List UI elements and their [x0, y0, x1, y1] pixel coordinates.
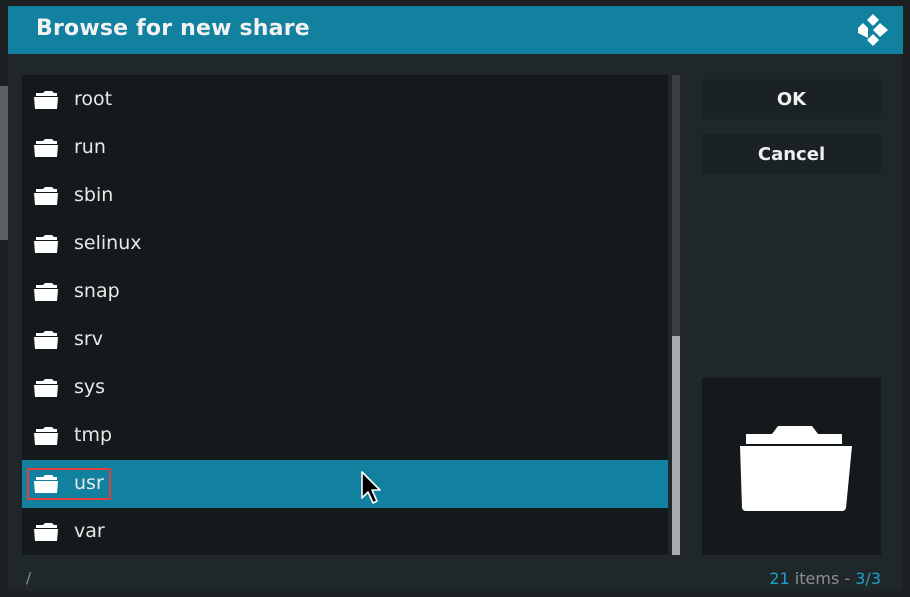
item-count-number: 21 [769, 569, 790, 588]
browse-dialog: Browse for new share root run sbin selinux s… [8, 6, 903, 591]
file-list[interactable]: root run sbin selinux snap srv sys tmp usr var [22, 75, 668, 555]
kodi-logo-icon [858, 14, 888, 46]
item-count: 21 items - 3/3 [769, 569, 881, 588]
dialog-titlebar: Browse for new share [8, 6, 903, 54]
list-item-label: root [74, 88, 113, 110]
page-indicator: 3/3 [855, 569, 881, 588]
ok-button[interactable]: OK [702, 79, 881, 119]
item-count-separator: - [844, 569, 851, 588]
folder-open-icon [740, 426, 852, 511]
list-item[interactable]: sys [22, 364, 668, 412]
list-item-label: snap [74, 280, 120, 302]
list-item[interactable]: usr [22, 460, 668, 508]
list-item[interactable]: tmp [22, 412, 668, 460]
item-count-label: items [794, 569, 840, 588]
list-item-label: selinux [74, 232, 142, 254]
scrollbar-thumb[interactable] [672, 336, 680, 555]
folder-icon [34, 283, 58, 301]
dialog-title: Browse for new share [36, 16, 310, 41]
background-panel-edge [0, 86, 8, 240]
list-item-label: run [74, 136, 106, 158]
list-item-label: sys [74, 376, 106, 398]
list-item[interactable]: var [22, 508, 668, 556]
current-path: / [26, 569, 32, 587]
folder-icon [34, 331, 58, 349]
preview-thumbnail [702, 378, 881, 555]
cancel-button[interactable]: Cancel [702, 134, 881, 174]
folder-icon [34, 91, 58, 109]
list-item-label: srv [74, 328, 103, 350]
list-item[interactable]: root [22, 76, 668, 124]
list-item[interactable]: run [22, 124, 668, 172]
folder-icon [34, 379, 58, 397]
list-item[interactable]: srv [22, 316, 668, 364]
folder-icon [34, 187, 58, 205]
list-item-label: tmp [74, 424, 113, 446]
selection-highlight-box [27, 468, 111, 500]
list-scrollbar[interactable] [672, 75, 680, 555]
mouse-pointer-icon [361, 471, 381, 504]
list-item-label: sbin [74, 184, 114, 206]
list-item[interactable]: snap [22, 268, 668, 316]
folder-icon [34, 139, 58, 157]
folder-icon [34, 523, 58, 541]
folder-icon [34, 235, 58, 253]
list-item-label: var [74, 520, 105, 542]
list-item[interactable]: selinux [22, 220, 668, 268]
folder-icon [34, 427, 58, 445]
list-item[interactable]: sbin [22, 172, 668, 220]
